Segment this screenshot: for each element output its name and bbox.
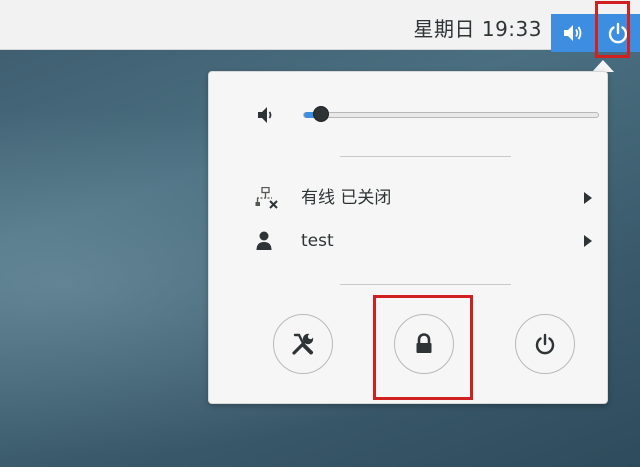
top-bar: 星期日 19:33	[0, 0, 640, 52]
user-icon	[256, 231, 272, 250]
settings-icon	[292, 333, 314, 355]
settings-button[interactable]	[273, 314, 333, 374]
menu-item-user[interactable]: test	[209, 224, 609, 258]
lock-icon	[416, 333, 432, 353]
volume-slider-handle[interactable]	[313, 106, 329, 122]
separator	[340, 284, 511, 285]
user-name-label: test	[301, 231, 334, 251]
chevron-right-icon	[584, 235, 592, 247]
separator	[340, 156, 511, 157]
tray-volume-button[interactable]	[551, 14, 595, 52]
tray-power-button[interactable]	[595, 14, 640, 52]
volume-low-icon	[258, 107, 272, 123]
volume-icon	[564, 25, 582, 41]
chevron-right-icon	[584, 192, 592, 204]
system-menu: 有线 已关闭 test	[208, 71, 608, 404]
power-off-icon	[535, 333, 555, 355]
menu-item-wired[interactable]: 有线 已关闭	[209, 181, 609, 215]
lock-button[interactable]	[394, 314, 454, 374]
power-icon	[608, 22, 627, 44]
network-wired-off-icon	[255, 187, 278, 209]
wired-status-label: 有线 已关闭	[301, 188, 392, 208]
clock[interactable]: 星期日 19:33	[414, 0, 543, 50]
power-off-button[interactable]	[515, 314, 575, 374]
volume-slider[interactable]	[303, 112, 599, 118]
